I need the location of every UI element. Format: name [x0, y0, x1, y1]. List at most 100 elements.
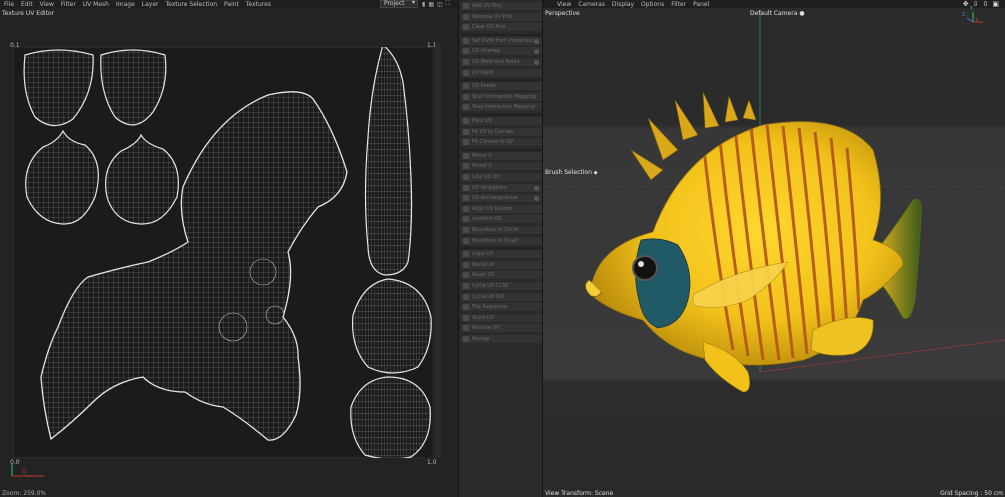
uv-command-label: Unstitch UV: [472, 216, 502, 223]
uv-command-reset-uv[interactable]: Reset UV: [461, 271, 542, 281]
uv-command-start-interactive-mapping[interactable]: Start Interactive Mapping: [461, 92, 542, 102]
uv-command-restore-uv[interactable]: Restore UV: [461, 324, 542, 334]
tool-options-icon[interactable]: ◆: [594, 170, 598, 176]
settings-gear-icon[interactable]: [534, 185, 539, 191]
command-group-separator: [461, 79, 542, 82]
projection-icon: [463, 37, 469, 44]
axis-z-label: Z: [962, 12, 966, 18]
axis-x-label: X: [975, 18, 979, 24]
uv-command-align-uv-islands[interactable]: Align UV Islands: [461, 204, 542, 214]
uv-command-copy-uv[interactable]: Copy UV: [461, 250, 542, 260]
cycle-icon: [463, 293, 469, 300]
down-arrow-icon[interactable]: ⇩: [973, 0, 979, 8]
uv-command-clear-uv-pins[interactable]: Clear UV Pins: [461, 23, 542, 33]
menu-paint[interactable]: Paint: [224, 1, 239, 8]
uv-command-label: Clear UV Pins: [472, 24, 506, 31]
layers-icon[interactable]: ◫: [437, 1, 443, 8]
unwrap-icon: [463, 48, 469, 55]
uv-command-fit-uv-to-canvas[interactable]: Fit UV to Canvas: [461, 127, 542, 137]
move-view-icon[interactable]: ✥: [963, 0, 969, 8]
uv-command-cycle-uv-cw[interactable]: Cycle UV CW: [461, 292, 542, 302]
settings-gear-icon[interactable]: [534, 196, 539, 202]
vp-menu-display[interactable]: Display: [612, 1, 634, 8]
menu-uv-mesh[interactable]: UV Mesh: [83, 1, 109, 8]
uv-command-mirror-u[interactable]: Mirror U: [461, 151, 542, 161]
uv-command-boundary-to-quad[interactable]: Boundary to Quad: [461, 236, 542, 246]
menu-edit[interactable]: Edit: [21, 1, 33, 8]
uv-command-label: UV Weld and Relax: [472, 59, 520, 65]
camera-name-text: Default Camera: [750, 10, 798, 17]
uv-command-label: Paste UV: [472, 261, 495, 268]
uv-command-unstitch-uv[interactable]: Unstitch UV: [461, 215, 542, 225]
vp-menu-filter[interactable]: Filter: [671, 1, 686, 8]
vp-menu-options[interactable]: Options: [641, 1, 664, 8]
camera-name[interactable]: Default Camera ●: [750, 10, 805, 17]
uv-command-uv-peeler[interactable]: UV Peeler: [461, 82, 542, 92]
uv-command-set-uvw-from-projection[interactable]: Set UVW from Projection: [461, 36, 542, 46]
uv-command-uv-unwrap[interactable]: UV Unwrap: [461, 47, 542, 57]
settings-gear-icon[interactable]: [534, 49, 539, 55]
menu-file[interactable]: File: [4, 1, 14, 8]
uv-command-pack-uv[interactable]: Pack UV: [461, 117, 542, 126]
menu-image[interactable]: Image: [116, 1, 135, 8]
uv-shell-3: [25, 129, 99, 225]
menu-layer[interactable]: Layer: [142, 1, 159, 8]
uv-command-stop-interactive-mapping[interactable]: Stop Interactive Mapping: [461, 103, 542, 113]
menu-texture-selection[interactable]: Texture Selection: [166, 1, 218, 8]
uv-command-store-uv[interactable]: Store UV: [461, 313, 542, 323]
uv-axis-gizmo: [11, 464, 44, 477]
uv-command-label: Add UV Pins: [472, 3, 503, 9]
uv-coord-bottom-right: 1,0: [427, 459, 437, 466]
align-icon: [463, 205, 469, 212]
uv-command-uv-straighten[interactable]: UV Straighten: [461, 183, 542, 193]
vp-menu-cameras[interactable]: Cameras: [578, 1, 605, 8]
uv-command-label: Pack UV: [472, 118, 493, 124]
uv-command-remap[interactable]: Remap...: [461, 335, 542, 344]
uv-command-flip-sequence[interactable]: Flip Sequence: [461, 303, 542, 313]
uv-command-fit-canvas-to-uv[interactable]: Fit Canvas to UV: [461, 138, 542, 148]
uv-shell-tail-1: [351, 278, 432, 374]
uv-command-cycle-uv-ccw[interactable]: Cycle UV CCW: [461, 282, 542, 291]
3d-viewport[interactable]: View Cameras Display Options Filter Pane…: [543, 0, 1005, 497]
uv-command-label: Cycle UV CCW: [472, 283, 508, 289]
expand-icon[interactable]: ⛶: [446, 0, 450, 8]
uv-canvas[interactable]: [12, 43, 435, 460]
command-group-separator: [461, 247, 542, 250]
uv-command-label: Align UV Islands: [472, 205, 513, 212]
menu-view[interactable]: View: [40, 1, 54, 8]
uv-command-remove-uv-pins[interactable]: Remove UV Pins: [461, 12, 542, 22]
vp-menu-panel[interactable]: Panel: [693, 1, 709, 8]
settings-gear-icon[interactable]: [534, 38, 539, 44]
fish-eye: [632, 255, 658, 281]
pack-icon: [463, 118, 469, 124]
uv-command-label: Boundary to Circle: [472, 227, 519, 233]
project-select[interactable]: Project: [380, 0, 418, 8]
uv-shell-1: [23, 49, 94, 127]
settings-gear-icon[interactable]: [534, 60, 539, 65]
uv-vertical-scrollbar[interactable]: [435, 43, 441, 458]
uv-command-boundary-to-circle[interactable]: Boundary to Circle: [461, 226, 542, 235]
remap-icon: [463, 336, 469, 342]
uv-command-label: UV Unwrap: [472, 48, 500, 55]
channels-icon[interactable]: ▦: [428, 1, 434, 8]
uv-command-uv-rectangularize[interactable]: UV Rectangularize: [461, 194, 542, 204]
maximize-icon[interactable]: ▣: [992, 0, 999, 8]
uv-command-add-uv-pins[interactable]: Add UV Pins: [461, 2, 542, 11]
tool-label: Brush Selection ◆: [545, 169, 598, 176]
uv-command-label: Line Up UV: [472, 174, 500, 180]
histogram-icon[interactable]: ▮: [422, 1, 425, 8]
uv-command-uv-weld[interactable]: UV Weld: [461, 68, 542, 78]
command-group-separator: [461, 33, 542, 36]
uv-command-label: UV Straighten: [472, 184, 507, 191]
circle-icon: [463, 227, 469, 233]
menu-textures[interactable]: Textures: [246, 1, 271, 8]
zoom-icon[interactable]: ⇳: [983, 0, 989, 8]
uv-command-mirror-v[interactable]: Mirror V: [461, 162, 542, 172]
vp-menu-view[interactable]: View: [557, 1, 571, 8]
uv-command-line-up-uv[interactable]: Line Up UV: [461, 173, 542, 182]
uv-command-label: Store UV: [472, 314, 494, 321]
uv-command-label: Flip Sequence: [472, 304, 508, 311]
uv-command-paste-uv[interactable]: Paste UV: [461, 260, 542, 270]
menu-filter[interactable]: Filter: [61, 1, 76, 8]
uv-command-uv-weld-and-relax[interactable]: UV Weld and Relax: [461, 58, 542, 67]
